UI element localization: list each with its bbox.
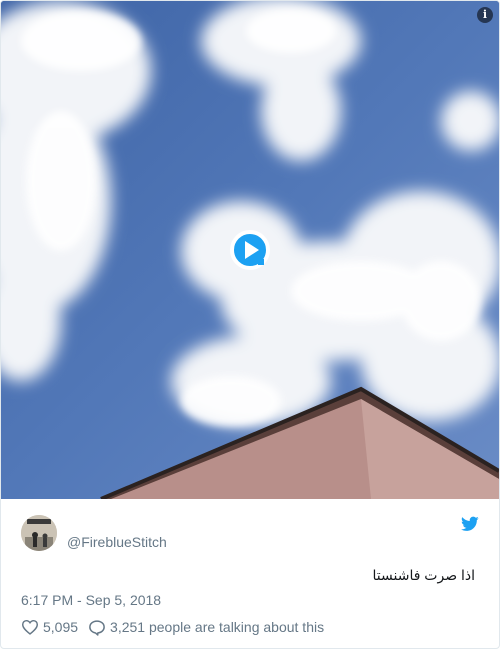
talking-count: 3,251 people are talking about this bbox=[110, 619, 325, 635]
conversation-action[interactable]: 3,251 people are talking about this bbox=[88, 619, 324, 636]
heart-icon bbox=[21, 619, 39, 635]
play-icon[interactable] bbox=[229, 229, 271, 271]
user-handle[interactable]: @FireblueStitch bbox=[67, 533, 167, 551]
tweet-meta: @FireblueStitch اذا صرت فاشنستا 6:17 PM … bbox=[1, 499, 499, 648]
twitter-bird-icon[interactable] bbox=[461, 516, 479, 532]
video-media[interactable]: i bbox=[1, 1, 499, 499]
like-count: 5,095 bbox=[43, 619, 79, 635]
speech-bubble-icon bbox=[89, 619, 105, 636]
tweet-text: اذا صرت فاشنستا bbox=[372, 567, 475, 583]
like-action[interactable]: 5,095 bbox=[21, 619, 78, 635]
avatar[interactable] bbox=[21, 515, 57, 551]
embedded-tweet-card: i @FireblueStitch اذا صرت فاشنستا 6:17 P… bbox=[0, 0, 500, 649]
tweet-actions: 5,095 3,251 people are talking about thi… bbox=[21, 618, 334, 636]
info-icon[interactable]: i bbox=[477, 7, 493, 23]
tweet-timestamp[interactable]: 6:17 PM - Sep 5, 2018 bbox=[21, 591, 161, 609]
